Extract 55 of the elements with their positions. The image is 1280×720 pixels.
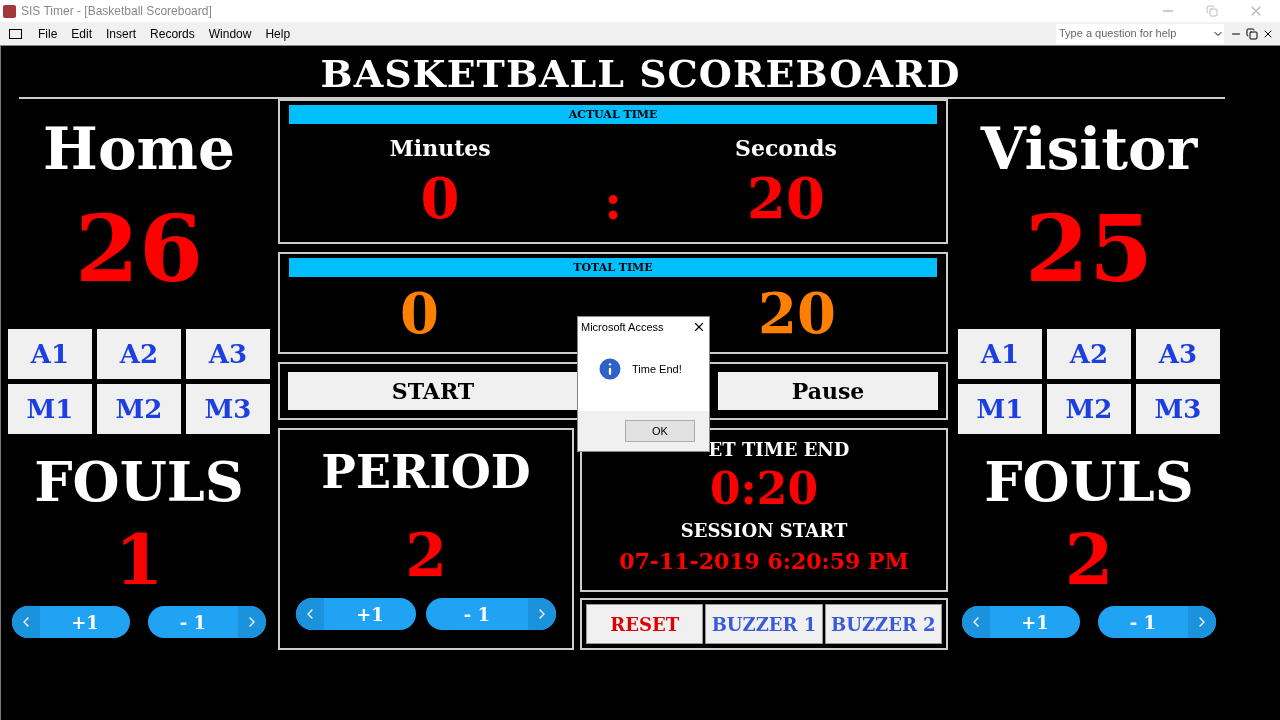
ok-button[interactable]: OK [625,420,695,442]
total-seconds-value: 20 [758,279,836,348]
buzzer-button[interactable]: BUZZER 2 [824,604,942,644]
time-end-value: 0:20 [709,463,819,515]
shot-button[interactable]: A2 [1047,329,1131,379]
minutes-value: 0 [420,165,460,231]
team-score: 25 [1025,201,1153,297]
session-start-label: SESSION START [680,519,848,543]
menu-item[interactable]: Help [259,24,297,43]
fouls-count: 1 [114,524,164,596]
fouls-label: FOULS [984,452,1194,512]
dialog-title: Microsoft Access [581,319,664,335]
menu-item[interactable]: Edit [65,24,99,43]
shot-button[interactable]: M2 [1047,384,1131,434]
time-separator: : [603,173,623,232]
dialog-message: Time End! [632,361,682,377]
pause-button[interactable]: Pause [718,372,938,410]
reset-button[interactable]: RESET [586,604,704,644]
period-label: PERIOD [321,446,531,498]
team-name: Visitor [980,119,1198,179]
total-minutes-value: 0 [400,279,439,348]
section-header: ACTUAL TIME [289,105,937,124]
shot-button[interactable]: M1 [8,384,92,434]
start-button[interactable]: START [288,372,578,410]
shot-button[interactable]: M3 [1136,384,1220,434]
fouls-count: 2 [1064,524,1114,596]
shot-button[interactable]: M3 [186,384,270,434]
menu-item[interactable]: File [32,24,64,43]
section-header: TOTAL TIME [289,258,937,277]
restore-icon[interactable] [1246,27,1258,40]
period-value: 2 [405,524,447,586]
help-search-field[interactable]: Type a question for help [1056,23,1224,44]
seconds-label: Seconds [735,134,837,163]
team-name: Home [43,119,235,179]
scoreboard-title: BASKETBALL SCOREBOARD [319,50,962,97]
shot-button[interactable]: A1 [958,329,1042,379]
buzzer-button[interactable]: BUZZER 1 [705,604,823,644]
menu-item[interactable]: Window [202,24,258,43]
shot-button[interactable]: A2 [97,329,181,379]
minutes-label: Minutes [389,134,491,163]
fouls-label: FOULS [34,452,244,512]
seconds-value: 20 [746,165,825,231]
shot-button[interactable]: A1 [8,329,92,379]
shot-button[interactable]: A3 [186,329,270,379]
info-icon [596,355,624,383]
shot-button[interactable]: A3 [1136,329,1220,379]
shot-button[interactable]: M1 [958,384,1042,434]
time-end-label: ET TIME END [708,438,850,462]
session-start-value: 07-11-2019 6:20:59 PM [619,547,909,576]
menu-item[interactable]: Insert [100,24,143,43]
menu-item[interactable]: Records [144,24,201,43]
close-icon[interactable] [692,320,706,334]
shot-button[interactable]: M2 [97,384,181,434]
window-title: SIS Timer - [Basketball Scoreboard] [21,3,212,20]
team-score: 26 [75,201,203,297]
